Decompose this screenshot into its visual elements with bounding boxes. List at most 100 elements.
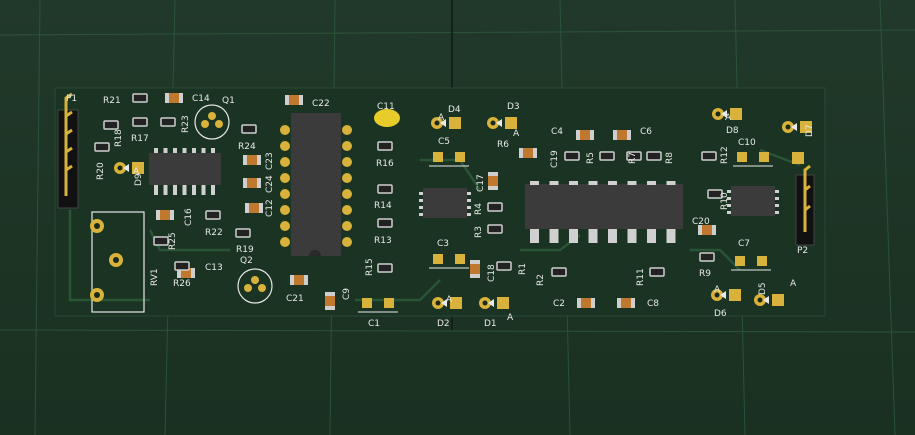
label-c14: C14 [192, 94, 210, 104]
label-r21: R21 [103, 96, 121, 106]
label-r10: R10 [720, 192, 730, 210]
component-r25[interactable] [153, 236, 169, 246]
component-c9[interactable] [325, 292, 335, 310]
label-c3: C3 [437, 239, 449, 249]
component-r23[interactable] [160, 117, 176, 127]
label-c18: C18 [487, 264, 497, 282]
label-c16: C16 [184, 208, 194, 226]
label-d7: D7 [805, 124, 815, 137]
label-c11: C11 [377, 102, 395, 112]
label-r5: R5 [586, 152, 596, 164]
label-rv1: RV1 [150, 268, 160, 286]
anode-marker: A [790, 279, 797, 289]
label-r13: R13 [374, 236, 392, 246]
label-d1: D1 [484, 319, 497, 329]
component-c22[interactable] [285, 95, 303, 105]
component-c14[interactable] [165, 93, 183, 103]
anode-marker: A [725, 113, 732, 123]
component-r9[interactable] [699, 252, 715, 262]
component-u_soic_r[interactable] [727, 186, 779, 216]
component-r11[interactable] [649, 267, 665, 277]
label-r1: R1 [518, 263, 528, 275]
label-r4: R4 [474, 203, 484, 215]
label-p1: P1 [66, 94, 77, 104]
label-r3: R3 [474, 226, 484, 238]
label-c19: C19 [550, 150, 560, 168]
component-r1[interactable] [496, 261, 512, 271]
component-u_soic_m[interactable] [419, 188, 471, 218]
label-r17: R17 [131, 134, 149, 144]
pcb-3d-viewport[interactable]: P1P2RV1Q1Q2D1D2D3D4D5D6D7D8D9C1C2C3C4C5C… [0, 0, 915, 435]
component-r18[interactable] [103, 120, 119, 130]
component-c2[interactable] [577, 298, 595, 308]
label-c8: C8 [647, 299, 659, 309]
label-r24: R24 [238, 142, 256, 152]
anode-marker: A [133, 167, 140, 177]
component-r12[interactable] [701, 151, 717, 161]
component-c8[interactable] [617, 298, 635, 308]
anode-marker: A [446, 295, 453, 305]
label-c13: C13 [205, 263, 223, 273]
component-c12[interactable] [245, 203, 263, 213]
component-p1[interactable] [57, 92, 79, 209]
label-c2: C2 [553, 299, 565, 309]
label-c7: C7 [738, 239, 750, 249]
component-c4[interactable] [576, 130, 594, 140]
component-r21[interactable] [132, 93, 148, 103]
label-c12: C12 [265, 199, 275, 217]
component-r6[interactable] [519, 148, 537, 158]
component-r22[interactable] [205, 210, 221, 220]
label-r14: R14 [374, 201, 392, 211]
component-c16[interactable] [156, 210, 174, 220]
component-r14[interactable] [377, 184, 393, 194]
label-r9: R9 [699, 269, 711, 279]
label-c20: C20 [692, 217, 710, 227]
component-r26[interactable] [174, 261, 190, 271]
component-r17[interactable] [132, 117, 148, 127]
anode-marker: A [513, 129, 520, 139]
component-r20[interactable] [94, 142, 110, 152]
label-c17: C17 [476, 174, 486, 192]
component-r8[interactable] [646, 151, 662, 161]
component-r16[interactable] [377, 141, 393, 151]
component-c23[interactable] [243, 155, 261, 165]
label-r7: R7 [628, 152, 638, 164]
label-r11: R11 [636, 268, 646, 286]
component-r5[interactable] [599, 151, 615, 161]
anode-marker: A [714, 285, 721, 295]
component-c6[interactable] [613, 130, 631, 140]
component-c18[interactable] [470, 260, 480, 278]
label-d6: D6 [714, 309, 727, 319]
label-r19: R19 [236, 245, 254, 255]
anode-marker: A [438, 113, 445, 123]
label-p2: P2 [797, 246, 808, 256]
label-r16: R16 [376, 159, 394, 169]
component-r19[interactable] [235, 228, 251, 238]
label-r20: R20 [96, 162, 106, 180]
label-c5: C5 [438, 137, 450, 147]
component-r4[interactable] [487, 202, 503, 212]
anode-marker: A [507, 313, 514, 323]
label-c22: C22 [312, 99, 330, 109]
component-r2[interactable] [551, 267, 567, 277]
component-c17[interactable] [488, 172, 498, 190]
label-q1: Q1 [222, 96, 235, 106]
component-r13[interactable] [377, 218, 393, 228]
label-r22: R22 [205, 228, 223, 238]
label-c10: C10 [738, 138, 756, 148]
component-c21[interactable] [290, 275, 308, 285]
component-r3[interactable] [487, 224, 503, 234]
label-c24: C24 [265, 175, 275, 193]
component-r24[interactable] [241, 124, 257, 134]
label-r25: R25 [168, 232, 178, 250]
label-d5: D5 [758, 282, 768, 295]
label-d2: D2 [437, 319, 450, 329]
label-r12: R12 [720, 146, 730, 164]
label-c6: C6 [640, 127, 652, 137]
component-r15[interactable] [377, 263, 393, 273]
component-c19[interactable] [564, 151, 580, 161]
component-c24[interactable] [243, 178, 261, 188]
label-r8: R8 [665, 152, 675, 164]
label-r2: R2 [536, 274, 546, 286]
label-c9: C9 [342, 288, 352, 300]
